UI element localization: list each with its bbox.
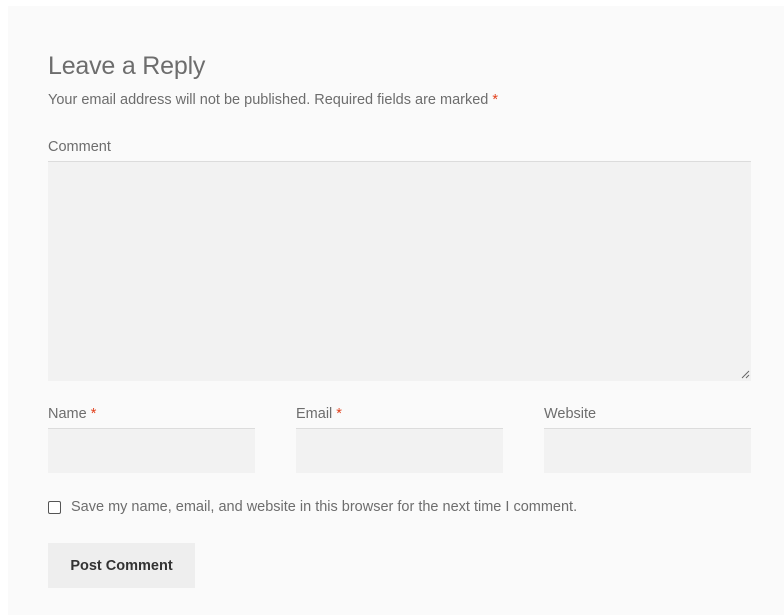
- name-label: Name *: [48, 406, 96, 422]
- required-asterisk: *: [492, 92, 499, 108]
- cookies-consent-checkbox[interactable]: [48, 501, 61, 514]
- email-required-asterisk: *: [336, 406, 342, 422]
- name-input[interactable]: [48, 428, 255, 473]
- email-input[interactable]: [296, 428, 503, 473]
- comment-textarea[interactable]: [48, 161, 751, 381]
- resize-handle-icon[interactable]: [741, 370, 750, 379]
- website-input[interactable]: [544, 428, 751, 473]
- name-label-text: Name: [48, 406, 87, 422]
- email-label: Email *: [296, 406, 342, 422]
- name-required-asterisk: *: [90, 406, 97, 422]
- comment-notes-text: Your email address will not be published…: [48, 92, 489, 108]
- comment-label: Comment: [48, 139, 111, 155]
- post-comment-button[interactable]: Post Comment: [48, 543, 195, 588]
- reply-title: Leave a Reply: [48, 52, 206, 80]
- website-label: Website: [544, 406, 597, 422]
- comment-notes: Your email address will not be published…: [48, 92, 498, 108]
- cookies-consent-label[interactable]: Save my name, email, and website in this…: [71, 499, 577, 515]
- email-label-text: Email: [296, 406, 333, 422]
